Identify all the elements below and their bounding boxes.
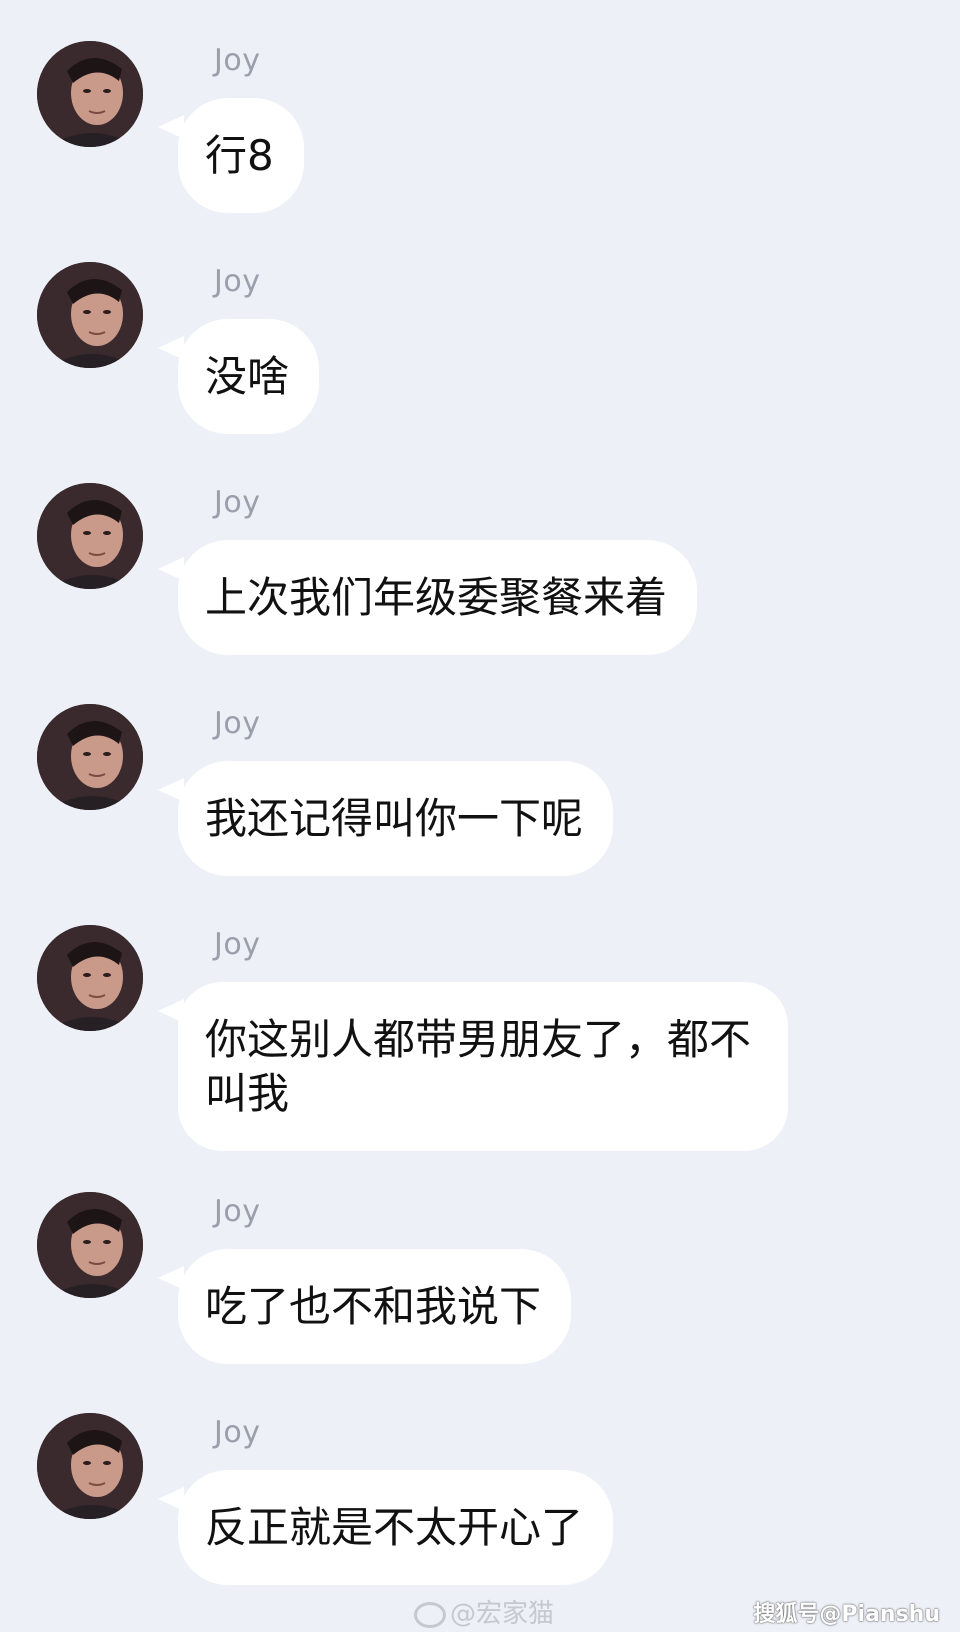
chat-window: Joy 行8 Joy 没啥 Joy 上次我们年级委聚餐来着 Joy 我还记得叫你… [0,0,960,1632]
message-row: Joy 你这别人都带男朋友了，都不叫我 [0,925,960,1151]
sender-name: Joy [214,43,261,78]
sender-name: Joy [214,264,261,299]
avatar-image [37,925,143,1031]
avatar-image [37,483,143,589]
weibo-watermark: @宏家猫 [414,1593,554,1630]
avatar-image [37,262,143,368]
avatar[interactable] [37,483,143,589]
avatar-image [37,1413,143,1519]
sender-name: Joy [214,1415,261,1450]
message-bubble[interactable]: 没啥 [178,319,320,434]
message-bubble[interactable]: 我还记得叫你一下呢 [178,761,614,876]
message-row: Joy 上次我们年级委聚餐来着 [0,483,960,655]
message-row: Joy 没啥 [0,262,960,434]
avatar[interactable] [37,41,143,147]
message-bubble[interactable]: 上次我们年级委聚餐来着 [178,540,698,655]
message-bubble[interactable]: 行8 [178,98,304,213]
sohu-watermark: 搜狐号@Pianshu [753,1602,940,1627]
message-row: Joy 我还记得叫你一下呢 [0,704,960,876]
avatar-image [37,704,143,810]
avatar[interactable] [37,704,143,810]
avatar-image [37,1192,143,1298]
sender-name: Joy [214,485,261,520]
message-bubble[interactable]: 你这别人都带男朋友了，都不叫我 [178,982,788,1151]
message-row: Joy 行8 [0,41,960,213]
sender-name: Joy [214,927,261,962]
avatar-image [37,41,143,147]
avatar[interactable] [37,262,143,368]
weibo-watermark-text: @宏家猫 [450,1599,555,1629]
message-bubble[interactable]: 反正就是不太开心了 [178,1470,614,1585]
sender-name: Joy [214,706,261,741]
weibo-logo-icon [414,1601,446,1628]
message-bubble[interactable]: 吃了也不和我说下 [178,1249,572,1364]
sender-name: Joy [214,1194,261,1229]
avatar[interactable] [37,925,143,1031]
message-row: Joy 反正就是不太开心了 [0,1413,960,1585]
avatar[interactable] [37,1192,143,1298]
avatar[interactable] [37,1413,143,1519]
message-row: Joy 吃了也不和我说下 [0,1192,960,1364]
